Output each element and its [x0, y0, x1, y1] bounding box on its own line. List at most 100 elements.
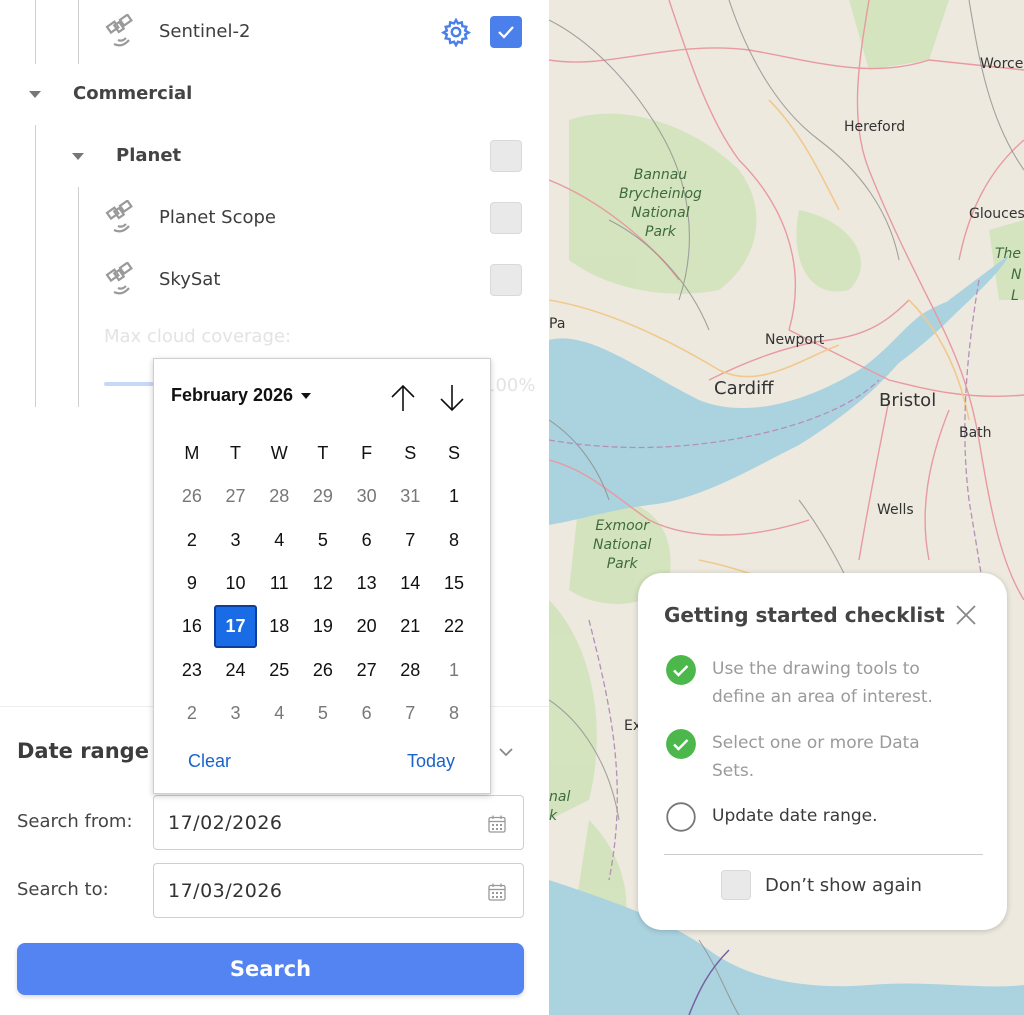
month-label: February 2026 [171, 385, 294, 405]
checklist-item: Use the drawing tools to define an area … [666, 655, 933, 711]
max-cloud-value: 100% [484, 375, 536, 396]
calendar-week-row: 2345678 [170, 519, 476, 562]
weekday-header-row: MTWTFSS [170, 432, 476, 475]
calendar-day[interactable]: 23 [170, 649, 214, 692]
gear-icon[interactable] [441, 17, 471, 47]
calendar-day[interactable]: 7 [388, 692, 432, 735]
chevron-down-icon[interactable] [497, 743, 515, 761]
calendar-day[interactable]: 1 [432, 475, 476, 518]
calendar-day[interactable]: 29 [301, 475, 345, 518]
search-from-value: 17/02/2026 [168, 811, 283, 834]
calendar-day[interactable]: 30 [345, 475, 389, 518]
caret-down-icon [301, 392, 312, 399]
satellite-icon [105, 200, 133, 233]
calendar-day[interactable]: 26 [301, 649, 345, 692]
today-button[interactable]: Today [407, 751, 455, 772]
next-month-arrow-icon[interactable] [438, 383, 466, 413]
clear-button[interactable]: Clear [188, 751, 231, 772]
calendar-day[interactable]: 22 [432, 605, 476, 648]
calendar-day[interactable]: 3 [214, 692, 258, 735]
previous-month-arrow-icon[interactable] [389, 383, 417, 413]
park-label-partial: nal k [549, 789, 571, 824]
calendar-day[interactable]: 28 [257, 475, 301, 518]
calendar-day[interactable]: 9 [170, 562, 214, 605]
calendar-day[interactable]: 4 [257, 519, 301, 562]
park-label: The [995, 246, 1022, 262]
group-label: Planet [116, 145, 182, 166]
checkmark-icon [498, 26, 514, 39]
search-to-value: 17/03/2026 [168, 879, 283, 902]
calendar-day[interactable]: 5 [301, 519, 345, 562]
planet-scope-checkbox[interactable] [490, 202, 522, 234]
calendar-day[interactable]: 1 [432, 649, 476, 692]
search-to-label: Search to: [17, 879, 109, 900]
sentinel2-checkbox[interactable] [490, 16, 522, 48]
check-circle-icon [666, 655, 696, 685]
tree-guide-line [35, 0, 36, 64]
calendar-day[interactable]: 14 [388, 562, 432, 605]
calendar-day[interactable]: 11 [257, 562, 301, 605]
calendar-day[interactable]: 27 [345, 649, 389, 692]
calendar-week-row: 16 17 18 19 20 21 22 [170, 605, 476, 649]
calendar-day[interactable]: 16 [170, 605, 214, 648]
calendar-day[interactable]: 5 [301, 692, 345, 735]
planet-checkbox[interactable] [490, 140, 522, 172]
calendar-day[interactable]: 2 [170, 519, 214, 562]
place-label: Cardiff [714, 378, 774, 399]
calendar-day[interactable]: 24 [214, 649, 258, 692]
tree-guide-line [78, 0, 79, 64]
calendar-day[interactable]: 18 [257, 605, 301, 648]
calendar-day[interactable]: 12 [301, 562, 345, 605]
empty-circle-icon [666, 802, 696, 832]
calendar-week-row: 9 10 11 12 13 14 15 [170, 562, 476, 605]
caret-down-icon[interactable] [72, 153, 84, 160]
park-label-exmoor: Exmoor National Park [593, 518, 652, 572]
calendar-day[interactable]: 7 [388, 519, 432, 562]
getting-started-checklist: Getting started checklist Use the drawin… [638, 573, 1007, 930]
check-circle-icon [666, 729, 696, 759]
place-label: Worce [980, 56, 1024, 72]
calendar-day[interactable]: 31 [388, 475, 432, 518]
satellite-icon [105, 262, 133, 295]
calendar-day[interactable]: 15 [432, 562, 476, 605]
weekday-label: T [317, 443, 329, 464]
caret-down-icon[interactable] [29, 91, 41, 98]
search-to-input[interactable]: 17/03/2026 [153, 863, 524, 918]
dont-show-again-option[interactable]: Don’t show again [721, 870, 922, 900]
calendar-day[interactable]: 28 [388, 649, 432, 692]
calendar-day[interactable]: 6 [345, 519, 389, 562]
dont-show-again-checkbox[interactable] [721, 870, 751, 900]
calendar-day[interactable]: 10 [214, 562, 258, 605]
calendar-icon[interactable] [487, 882, 507, 902]
calendar-day[interactable]: 2 [170, 692, 214, 735]
date-picker-popup: February 2026 M T W T F S S 26 27 28 29 30 31 1 2 3 4 5 6 7… [153, 358, 491, 794]
calendar-day[interactable]: 27 [214, 475, 258, 518]
calendar-day-selected[interactable]: 17 [213, 605, 258, 649]
calendar-day[interactable]: 20 [345, 605, 389, 648]
calendar-day[interactable]: 6 [345, 692, 389, 735]
close-icon[interactable] [954, 603, 978, 627]
max-cloud-label: Max cloud coverage: [104, 326, 292, 347]
tree-guide-line [35, 125, 36, 407]
calendar-day[interactable]: 25 [257, 649, 301, 692]
skysat-checkbox[interactable] [490, 264, 522, 296]
calendar-day[interactable]: 13 [345, 562, 389, 605]
calendar-day[interactable]: 19 [301, 605, 345, 648]
calendar-day[interactable]: 8 [432, 519, 476, 562]
weekday-label: W [270, 443, 288, 464]
dataset-label: Planet Scope [159, 207, 276, 228]
search-from-input[interactable]: 17/02/2026 [153, 795, 524, 850]
calendar-day[interactable]: 21 [388, 605, 432, 648]
dataset-label: SkySat [159, 269, 221, 290]
calendar-day[interactable]: 4 [257, 692, 301, 735]
weekday-label: F [361, 443, 373, 464]
calendar-icon[interactable] [487, 814, 507, 834]
calendar-day[interactable]: 26 [170, 475, 214, 518]
month-selector[interactable]: February 2026 [171, 385, 312, 406]
search-button[interactable]: Search [17, 943, 524, 995]
weekday-label: T [230, 443, 242, 464]
checklist-item-text: Select one or more Data Sets. [712, 733, 920, 781]
calendar-day[interactable]: 8 [432, 692, 476, 735]
calendar-day[interactable]: 3 [214, 519, 258, 562]
weekday-label: M [184, 443, 200, 464]
